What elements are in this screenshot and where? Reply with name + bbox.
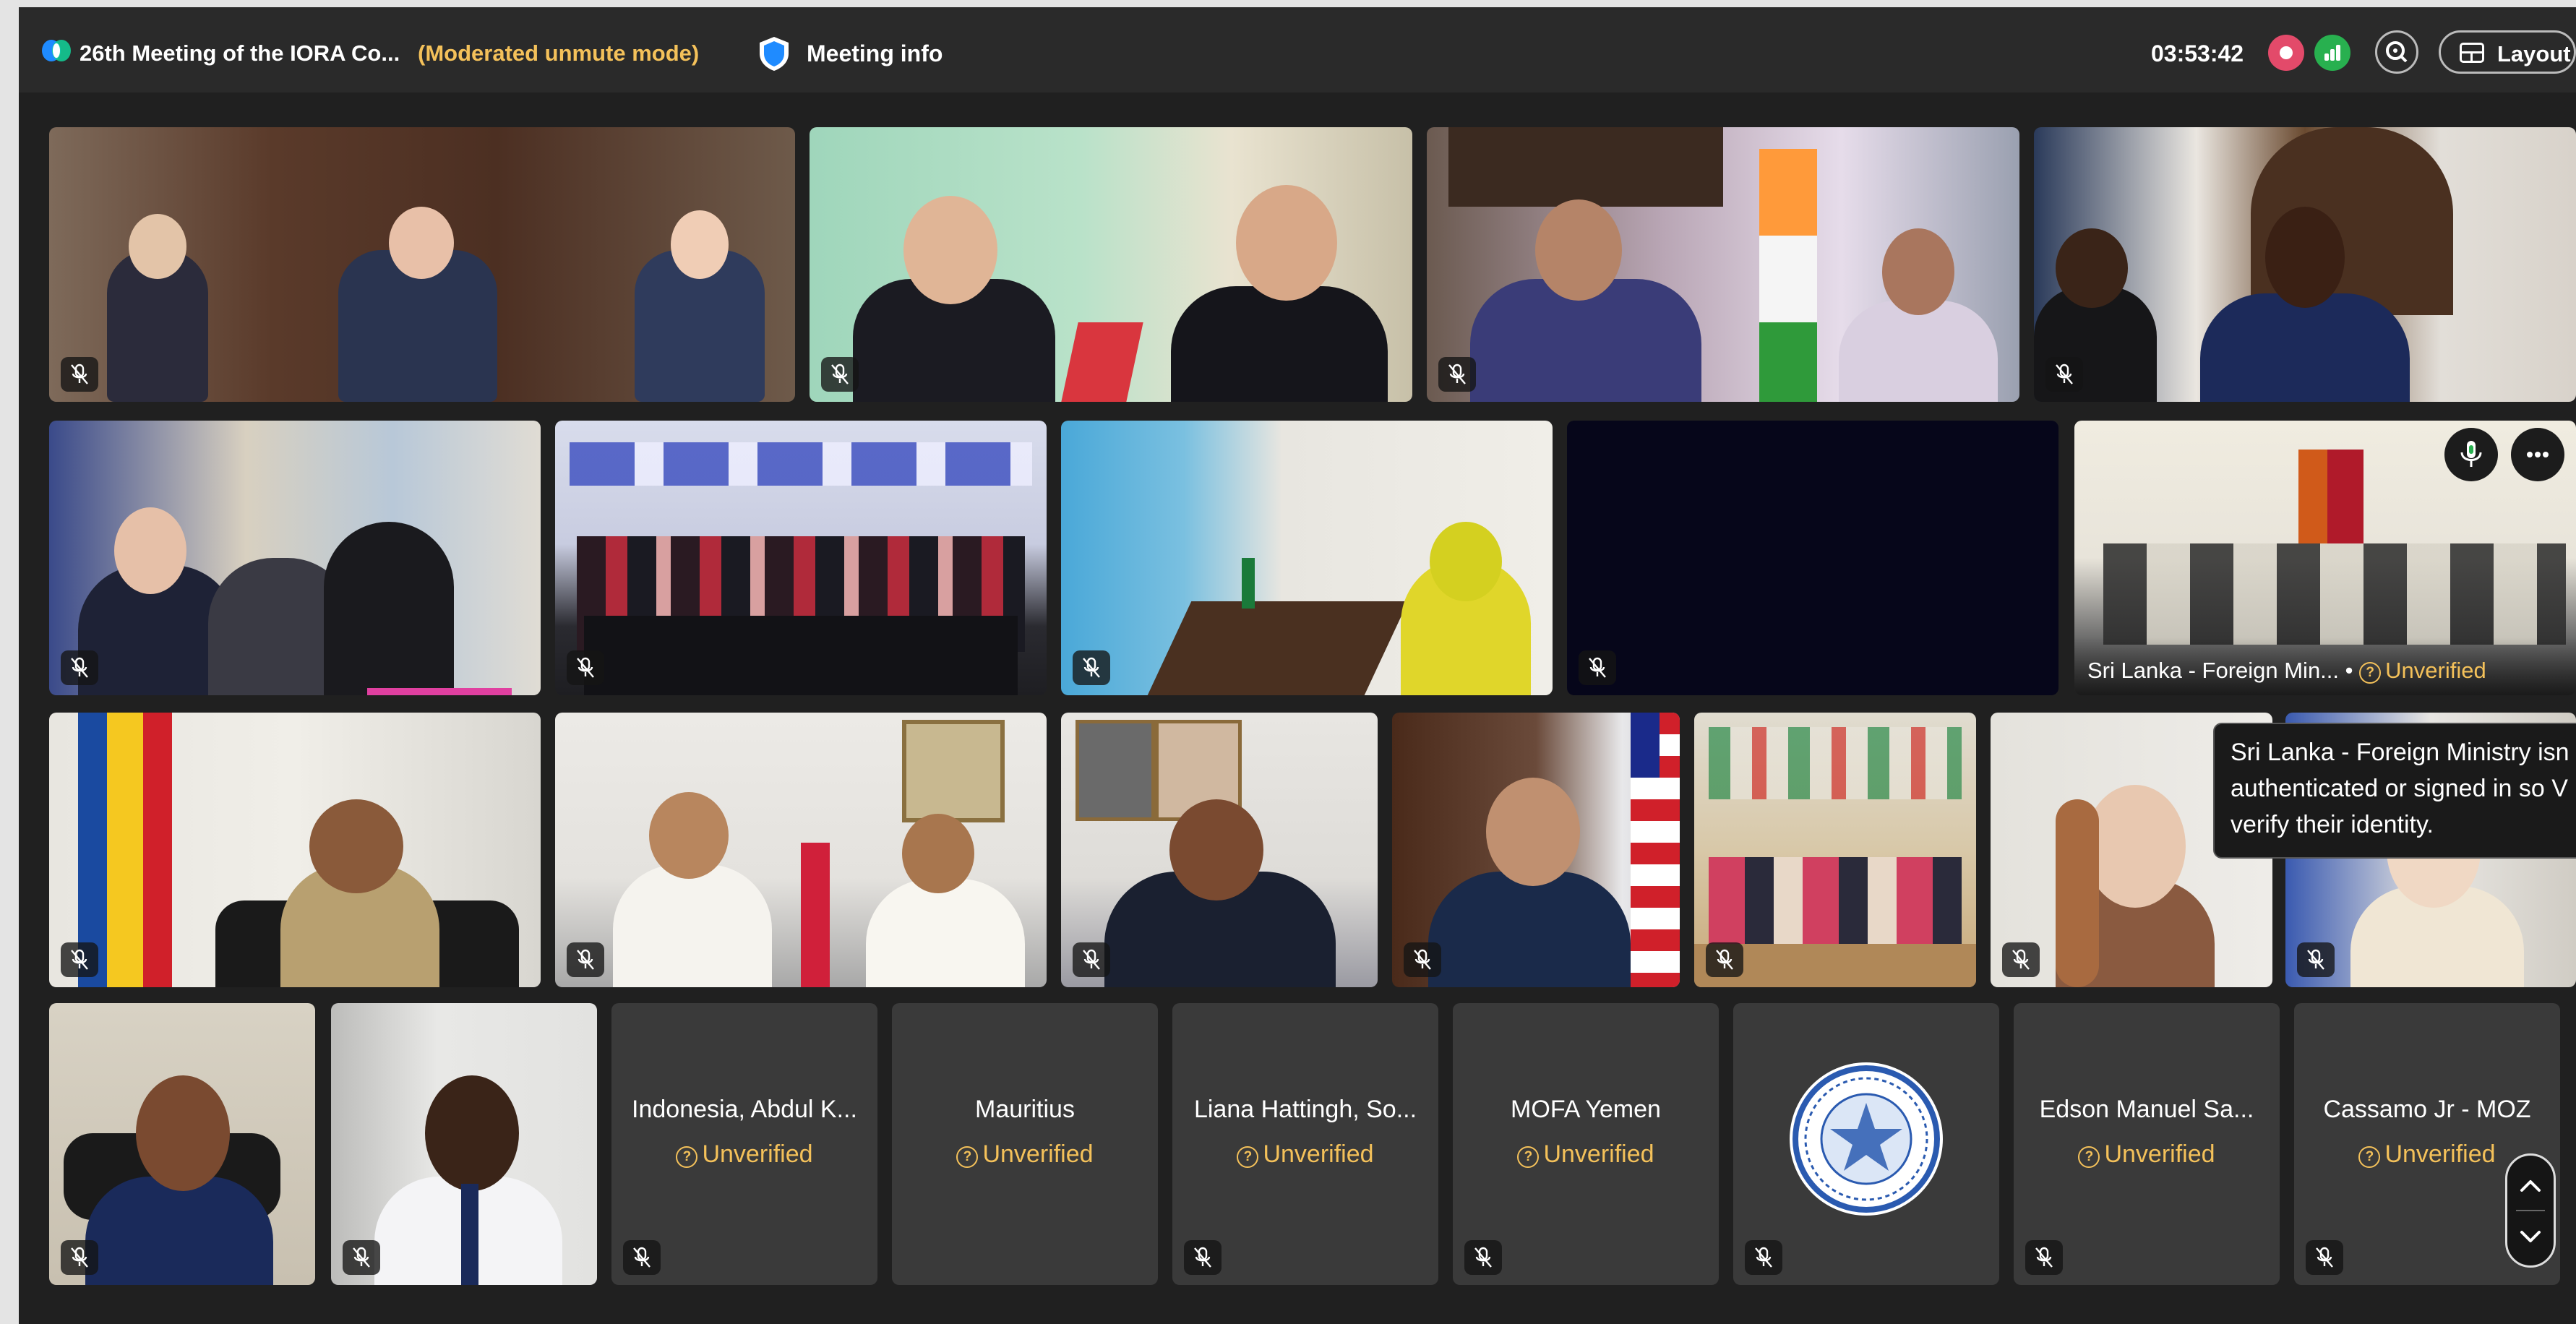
participant-tile[interactable]: Edson Manuel Sa... ? Unverified	[2014, 1003, 2280, 1285]
muted-mic-icon	[1579, 650, 1616, 685]
muted-mic-icon	[567, 650, 604, 685]
webex-logo-icon	[42, 40, 71, 61]
unverified-status-label: ? Unverified	[1453, 1140, 1719, 1169]
participant-tile[interactable]: Indonesia, Abdul K... ? Unverified	[611, 1003, 877, 1285]
question-icon: ?	[676, 1146, 698, 1168]
muted-mic-icon	[1706, 942, 1743, 977]
video-tile-delegation-2[interactable]	[810, 127, 1412, 402]
video-tile-delegation-16[interactable]	[331, 1003, 597, 1285]
video-tile-camera-off[interactable]	[1567, 421, 2058, 695]
unverified-status-label: ? Unverified	[2014, 1140, 2280, 1169]
unverified-status-label: ? Unverified	[1172, 1140, 1438, 1169]
tooltip-line-2: authenticated or signed in so V	[2231, 775, 2568, 802]
gallery-scroll-control[interactable]	[2505, 1153, 2556, 1268]
video-tile-delegation-6[interactable]	[555, 421, 1047, 695]
more-options-button[interactable]	[2511, 428, 2564, 481]
muted-mic-icon	[1404, 942, 1441, 977]
participant-name: Indonesia, Abdul K...	[632, 1096, 857, 1123]
video-tile-delegation-1[interactable]	[49, 127, 795, 402]
participant-tile[interactable]: MOFA Yemen ? Unverified	[1453, 1003, 1719, 1285]
meeting-mode: (Moderated unmute mode)	[418, 40, 700, 66]
video-tile-delegation-10[interactable]	[1061, 713, 1378, 987]
muted-mic-icon	[61, 357, 98, 392]
muted-mic-icon	[2002, 942, 2040, 977]
question-icon: ?	[1237, 1146, 1259, 1168]
tooltip-line-3: verify their identity.	[2231, 811, 2434, 838]
muted-mic-icon	[2306, 1240, 2343, 1275]
unverified-status-label: ? Unverified	[611, 1140, 877, 1169]
question-icon: ?	[2078, 1146, 2100, 1168]
unverified-tooltip: Sri Lanka - Foreign Ministry isn authent…	[2213, 723, 2576, 859]
muted-mic-icon	[821, 357, 859, 392]
participant-name: Mauritius	[975, 1096, 1075, 1123]
meeting-info-button[interactable]: Meeting info	[807, 40, 943, 67]
video-tile-delegation-5[interactable]	[49, 421, 541, 695]
muted-mic-icon	[343, 1240, 380, 1275]
question-icon: ?	[2358, 1146, 2381, 1168]
video-tile-delegation-12[interactable]	[1694, 713, 1976, 987]
muted-mic-icon	[1073, 942, 1110, 977]
muted-mic-icon	[61, 650, 98, 685]
muted-mic-icon	[2045, 357, 2083, 392]
participant-tile[interactable]: Liana Hattingh, So... ? Unverified	[1172, 1003, 1438, 1285]
participant-name: Edson Manuel Sa...	[2039, 1096, 2254, 1123]
video-tile-delegation-4[interactable]	[2034, 127, 2576, 402]
participant-name: Liana Hattingh, So...	[1193, 1096, 1417, 1123]
muted-mic-icon	[61, 942, 98, 977]
participant-name: MOFA Yemen	[1511, 1096, 1661, 1123]
microphone-button[interactable]	[2444, 428, 2498, 481]
muted-mic-icon	[623, 1240, 661, 1275]
question-icon: ?	[1517, 1146, 1540, 1168]
meeting-title: 26th Meeting of the IORA Co...	[80, 40, 400, 66]
video-tile-delegation-3[interactable]	[1427, 127, 2019, 402]
muted-mic-icon	[1184, 1240, 1222, 1275]
video-tile-delegation-15[interactable]	[49, 1003, 315, 1285]
video-tile-delegation-7[interactable]	[1061, 421, 1553, 695]
muted-mic-icon	[2025, 1240, 2063, 1275]
muted-mic-icon	[1438, 357, 1476, 392]
chevron-down-icon[interactable]	[2507, 1212, 2554, 1263]
video-tile-delegation-11[interactable]	[1392, 713, 1680, 987]
participant-tile[interactable]: Mauritius ? Unverified	[892, 1003, 1158, 1285]
muted-mic-icon	[567, 942, 604, 977]
shield-icon[interactable]	[756, 35, 792, 72]
layout-button[interactable]: Layout	[2439, 30, 2576, 74]
recording-icon[interactable]	[2268, 35, 2304, 71]
meeting-header: 26th Meeting of the IORA Co... (Moderate…	[19, 7, 2576, 93]
signal-strength-icon[interactable]	[2314, 35, 2350, 71]
layout-label: Layout	[2497, 41, 2571, 66]
muted-mic-icon	[1073, 650, 1110, 685]
muted-mic-icon	[61, 1240, 98, 1275]
tooltip-line-1: Sri Lanka - Foreign Ministry isn	[2231, 739, 2569, 766]
video-tile-sri-lanka[interactable]: Sri Lanka - Foreign Min... • ? Unverified	[2074, 421, 2576, 695]
emblem-avatar	[1790, 1062, 1943, 1216]
question-icon: ?	[2359, 662, 2382, 684]
muted-mic-icon	[1464, 1240, 1502, 1275]
layout-grid-icon	[2460, 43, 2484, 63]
video-tile-delegation-8[interactable]	[49, 713, 541, 987]
participant-name-label: Sri Lanka - Foreign Min... • ? Unverified	[2087, 658, 2486, 684]
zoom-icon[interactable]	[2375, 30, 2418, 74]
chevron-up-icon[interactable]	[2507, 1160, 2554, 1211]
meeting-timer: 03:53:42	[2151, 40, 2244, 66]
meeting-window: 26th Meeting of the IORA Co... (Moderate…	[19, 7, 2576, 1324]
participant-name: Cassamo Jr - MOZ	[2323, 1096, 2531, 1123]
muted-mic-icon	[1745, 1240, 1782, 1275]
participant-tile-emblem[interactable]	[1733, 1003, 1999, 1285]
question-icon: ?	[956, 1146, 979, 1168]
participant-name: Sri Lanka - Foreign Min...	[2087, 658, 2340, 683]
video-tile-delegation-9[interactable]	[555, 713, 1047, 987]
unverified-status: Unverified	[2385, 658, 2486, 683]
unverified-status-label: ? Unverified	[892, 1140, 1158, 1169]
muted-mic-icon	[2297, 942, 2335, 977]
